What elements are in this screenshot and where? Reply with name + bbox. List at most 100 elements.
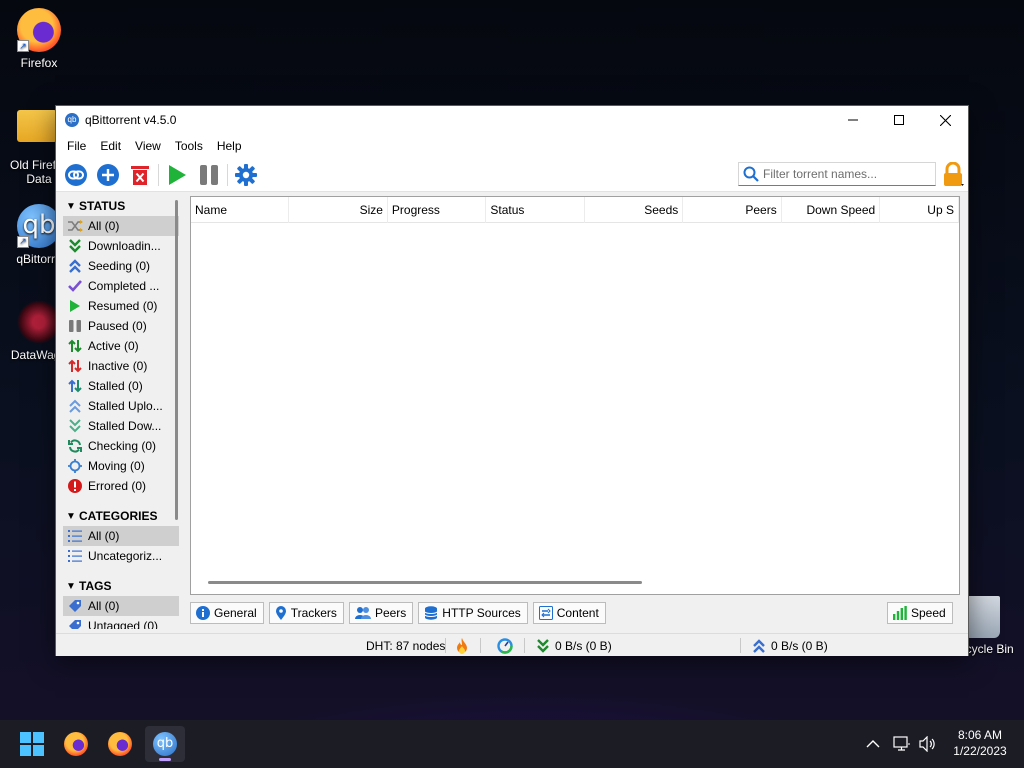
filter-input[interactable] (763, 167, 933, 181)
tab-speed[interactable]: Speed (887, 602, 953, 624)
tab-peers[interactable]: Peers (348, 602, 414, 624)
status-filter-checking[interactable]: Checking (0) (63, 436, 179, 456)
section-title: STATUS (79, 199, 126, 213)
close-button[interactable] (922, 106, 968, 134)
tab-label: Peers (374, 606, 407, 620)
start-button[interactable] (12, 726, 52, 762)
alt-speed-toggle[interactable] (456, 634, 468, 657)
list-icon (66, 548, 84, 564)
close-icon (939, 114, 951, 126)
sidebar-scrollbar[interactable] (175, 200, 178, 520)
add-torrent-file-button[interactable] (92, 160, 124, 190)
tag-filter-untagged[interactable]: Untagged (0) (63, 616, 179, 629)
volume-tray-icon[interactable] (919, 720, 937, 768)
tags-section-header[interactable]: ▼ TAGS (63, 576, 179, 596)
peers-icon (354, 606, 371, 620)
status-filter-paused[interactable]: Paused (0) (63, 316, 179, 336)
tab-http-sources[interactable]: HTTP Sources (418, 602, 528, 624)
upload-speed-status[interactable]: 0 B/s (0 B) (752, 634, 828, 657)
pause-button[interactable] (193, 160, 225, 190)
toolbar (56, 158, 968, 192)
status-filter-label: Inactive (0) (88, 359, 148, 373)
status-filter-downloading[interactable]: Downloadin... (63, 236, 179, 256)
play-icon (169, 164, 186, 185)
firefox-icon (108, 732, 132, 756)
location-pin-icon (275, 606, 287, 620)
clock-time: 8:06 AM (957, 728, 1003, 742)
column-header-progress[interactable]: Progress (388, 197, 487, 223)
resume-button[interactable] (161, 160, 193, 190)
column-header-seeds[interactable]: Seeds (585, 197, 684, 223)
chevron-up-icon (866, 740, 880, 748)
category-filter-all[interactable]: All (0) (63, 526, 179, 546)
filter-search-box[interactable] (738, 162, 936, 186)
torrent-list[interactable]: Name Size Progress Status Seeds Peers Do… (190, 196, 960, 595)
column-header-peers[interactable]: Peers (683, 197, 782, 223)
download-icon (66, 238, 84, 254)
tab-general[interactable]: General (190, 602, 264, 624)
column-header-up-speed[interactable]: Up S (880, 197, 959, 223)
tab-trackers[interactable]: Trackers (268, 602, 344, 624)
tag-icon (66, 598, 84, 614)
toolbar-separator (158, 163, 159, 186)
menu-view[interactable]: View (128, 139, 168, 153)
status-filter-moving[interactable]: Moving (0) (63, 456, 179, 476)
dht-status: DHT: 87 nodes (366, 638, 446, 653)
minimize-button[interactable] (830, 106, 876, 134)
menu-edit[interactable]: Edit (93, 139, 128, 153)
fire-icon (457, 637, 467, 654)
delete-torrent-button[interactable] (124, 160, 156, 190)
category-filter-uncategorized[interactable]: Uncategoriz... (63, 546, 179, 566)
options-button[interactable] (230, 160, 262, 190)
status-filter-errored[interactable]: Errored (0) (63, 476, 179, 496)
moving-icon (66, 458, 84, 474)
delete-icon (131, 165, 149, 185)
status-filter-label: Seeding (0) (88, 259, 151, 273)
status-filter-active[interactable]: Active (0) (63, 336, 179, 356)
menu-help[interactable]: Help (210, 139, 249, 153)
download-speed-status[interactable]: 0 B/s (0 B) (536, 634, 612, 657)
connection-status[interactable] (497, 634, 513, 657)
add-torrent-link-button[interactable] (60, 160, 92, 190)
show-hidden-icons-button[interactable] (866, 720, 880, 768)
tab-label: Content (556, 606, 599, 620)
status-filter-completed[interactable]: Completed ... (63, 276, 179, 296)
horizontal-scrollbar[interactable] (208, 581, 642, 584)
upload-speed-label: 0 B/s (0 B) (771, 638, 828, 653)
status-filter-inactive[interactable]: Inactive (0) (63, 356, 179, 376)
title-bar[interactable]: qb qBittorrent v4.5.0 (56, 106, 968, 134)
column-header-name[interactable]: Name (191, 197, 290, 223)
status-filter-resumed[interactable]: Resumed (0) (63, 296, 179, 316)
pause-icon (200, 164, 218, 185)
lock-button[interactable] (942, 161, 964, 188)
menu-tools[interactable]: Tools (168, 139, 210, 153)
network-tray-icon[interactable] (893, 720, 911, 768)
status-filter-all[interactable]: All (0) (63, 216, 179, 236)
stalled-download-icon (66, 418, 84, 434)
taskbar-qbittorrent[interactable]: qb (145, 726, 185, 762)
status-filter-stalled[interactable]: Stalled (0) (63, 376, 179, 396)
download-icon (537, 638, 549, 653)
menu-file[interactable]: File (60, 139, 93, 153)
status-filter-stalled-downloading[interactable]: Stalled Dow... (63, 416, 179, 436)
section-title: TAGS (79, 579, 112, 593)
desktop-icon-firefox[interactable]: ↗ Firefox (3, 8, 75, 70)
tag-filter-all[interactable]: All (0) (63, 596, 179, 616)
tab-label: HTTP Sources (442, 606, 521, 620)
taskbar-firefox[interactable] (56, 726, 96, 762)
column-header-status[interactable]: Status (486, 197, 585, 223)
status-section-header[interactable]: ▼ STATUS (63, 196, 179, 216)
categories-section-header[interactable]: ▼ CATEGORIES (63, 506, 179, 526)
column-header-size[interactable]: Size (289, 197, 388, 223)
inactive-icon (66, 358, 84, 374)
tab-content[interactable]: Content (532, 602, 606, 624)
taskbar: qb 8:06 AM 1/22/2023 (0, 720, 1024, 768)
clock[interactable]: 8:06 AM 1/22/2023 (940, 727, 1020, 759)
taskbar-firefox-2[interactable] (100, 726, 140, 762)
status-filter-label: Stalled Uplo... (88, 399, 163, 413)
maximize-button[interactable] (876, 106, 922, 134)
status-filter-stalled-uploading[interactable]: Stalled Uplo... (63, 396, 179, 416)
section-title: CATEGORIES (79, 509, 158, 523)
status-filter-seeding[interactable]: Seeding (0) (63, 256, 179, 276)
column-header-down-speed[interactable]: Down Speed (782, 197, 881, 223)
